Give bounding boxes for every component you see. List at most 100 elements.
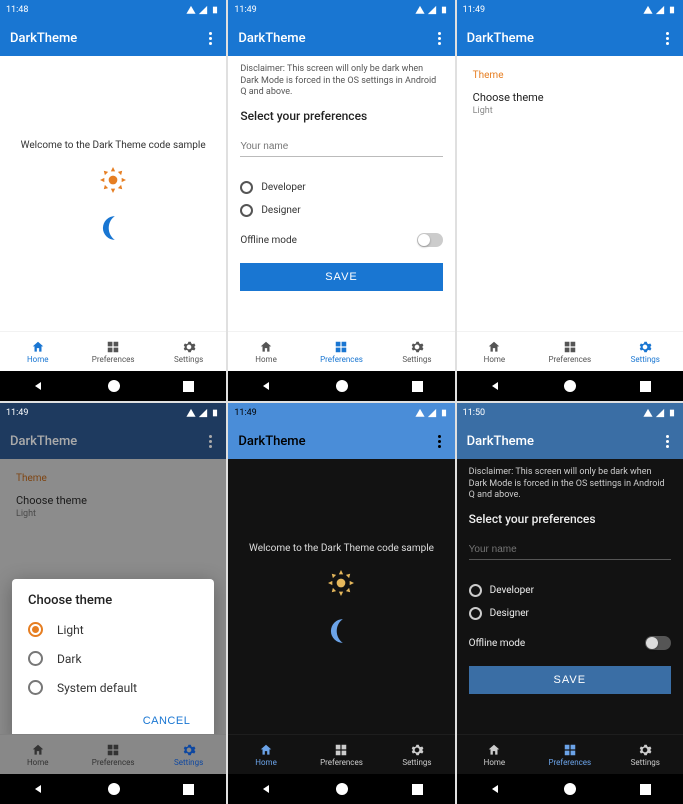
status-bar: 11:49 (228, 0, 454, 20)
save-button[interactable]: SAVE (240, 263, 442, 291)
clock: 11:50 (463, 408, 485, 418)
save-button[interactable]: SAVE (469, 666, 671, 694)
radio-developer[interactable]: Developer (469, 584, 671, 597)
app-title: DarkTheme (238, 31, 305, 46)
app-title: DarkTheme (10, 31, 77, 46)
nav-home[interactable]: Home (228, 332, 303, 371)
name-input[interactable] (240, 137, 442, 157)
home-icon[interactable] (336, 380, 348, 392)
option-dark[interactable]: Dark (28, 651, 198, 666)
bottom-nav: Home Preferences Settings (228, 734, 454, 774)
recents-icon[interactable] (183, 381, 194, 392)
name-input[interactable] (469, 540, 671, 560)
disclaimer-text: Disclaimer: This screen will only be dar… (469, 467, 671, 502)
offline-switch[interactable] (417, 233, 443, 247)
recents-icon[interactable] (412, 784, 423, 795)
clock: 11:49 (6, 408, 28, 418)
radio-designer[interactable]: Designer (469, 607, 671, 620)
recents-icon[interactable] (183, 784, 194, 795)
prefs-heading: Select your preferences (469, 512, 671, 526)
nav-prefs[interactable]: Preferences (532, 332, 607, 371)
nav-prefs[interactable]: Preferences (75, 735, 150, 774)
option-light[interactable]: Light (28, 622, 198, 637)
item-title: Choose theme (473, 91, 667, 104)
overflow-menu-icon[interactable] (662, 28, 673, 49)
offline-label: Offline mode (469, 638, 526, 649)
nav-prefs[interactable]: Preferences (75, 332, 150, 371)
option-system-default[interactable]: System default (28, 680, 198, 695)
home-icon[interactable] (108, 380, 120, 392)
nav-home[interactable]: Home (457, 735, 532, 774)
clock: 11:49 (463, 5, 485, 15)
nav-home[interactable]: Home (0, 332, 75, 371)
recents-icon[interactable] (640, 381, 651, 392)
nav-settings[interactable]: Settings (379, 735, 454, 774)
app-bar: DarkTheme (0, 20, 226, 56)
radio-developer[interactable]: Developer (240, 181, 442, 194)
back-icon[interactable] (489, 783, 501, 795)
nav-settings[interactable]: Settings (379, 332, 454, 371)
status-bar: 11:50 (457, 403, 683, 423)
radio-designer[interactable]: Designer (240, 204, 442, 217)
radio-icon (240, 204, 253, 217)
screen-prefs-dark: 11:50 DarkTheme Disclaimer: This screen … (457, 403, 683, 804)
overflow-menu-icon[interactable] (205, 431, 216, 452)
content: Theme Choose theme Light Choose theme Li… (0, 459, 226, 734)
back-icon[interactable] (260, 783, 272, 795)
choose-theme-item[interactable]: Choose theme Light (473, 91, 667, 116)
radio-icon (28, 680, 43, 695)
app-bar: DarkTheme (457, 20, 683, 56)
nav-prefs[interactable]: Preferences (304, 332, 379, 371)
section-theme: Theme (473, 70, 667, 81)
bottom-nav: Home Preferences Settings (0, 331, 226, 371)
home-icon[interactable] (564, 783, 576, 795)
nav-settings[interactable]: Settings (151, 735, 226, 774)
prefs-heading: Select your preferences (240, 109, 442, 123)
nav-settings[interactable]: Settings (151, 332, 226, 371)
overflow-menu-icon[interactable] (205, 28, 216, 49)
nav-home[interactable]: Home (0, 735, 75, 774)
nav-home[interactable]: Home (457, 332, 532, 371)
offline-row: Offline mode (469, 636, 671, 650)
nav-settings[interactable]: Settings (608, 332, 683, 371)
back-icon[interactable] (32, 783, 44, 795)
app-title: DarkTheme (467, 434, 534, 449)
status-bar: 11:49 (228, 403, 454, 423)
nav-prefs[interactable]: Preferences (304, 735, 379, 774)
recents-icon[interactable] (640, 784, 651, 795)
radio-icon (28, 622, 43, 637)
content: Welcome to the Dark Theme code sample (0, 56, 226, 331)
moon-icon (330, 616, 352, 650)
nav-home[interactable]: Home (228, 735, 303, 774)
home-icon[interactable] (108, 783, 120, 795)
overflow-menu-icon[interactable] (662, 431, 673, 452)
cancel-button[interactable]: CANCEL (135, 709, 199, 733)
app-bar: DarkTheme (228, 20, 454, 56)
radio-icon (469, 584, 482, 597)
welcome-text: Welcome to the Dark Theme code sample (249, 543, 434, 554)
app-bar: DarkTheme (0, 423, 226, 459)
home-icon[interactable] (336, 783, 348, 795)
theme-dialog: Choose theme Light Dark System default C… (12, 579, 214, 734)
content: Theme Choose theme Light (457, 56, 683, 331)
nav-settings[interactable]: Settings (608, 735, 683, 774)
status-icons (186, 5, 220, 15)
offline-switch[interactable] (645, 636, 671, 650)
bottom-nav: Home Preferences Settings (457, 331, 683, 371)
overflow-menu-icon[interactable] (434, 28, 445, 49)
content: Disclaimer: This screen will only be dar… (228, 56, 454, 331)
system-nav (0, 371, 226, 401)
overflow-menu-icon[interactable] (434, 431, 445, 452)
back-icon[interactable] (260, 380, 272, 392)
recents-icon[interactable] (412, 381, 423, 392)
nav-prefs[interactable]: Preferences (532, 735, 607, 774)
home-icon[interactable] (564, 380, 576, 392)
nav-settings-label: Settings (174, 355, 203, 364)
back-icon[interactable] (489, 380, 501, 392)
app-bar: DarkTheme (228, 423, 454, 459)
bottom-nav: Home Preferences Settings (228, 331, 454, 371)
back-icon[interactable] (32, 380, 44, 392)
app-title: DarkTheme (467, 31, 534, 46)
screen-settings-dialog: 11:49 DarkTheme Theme Choose theme Light… (0, 403, 226, 804)
status-bar: 11:49 (0, 403, 226, 423)
